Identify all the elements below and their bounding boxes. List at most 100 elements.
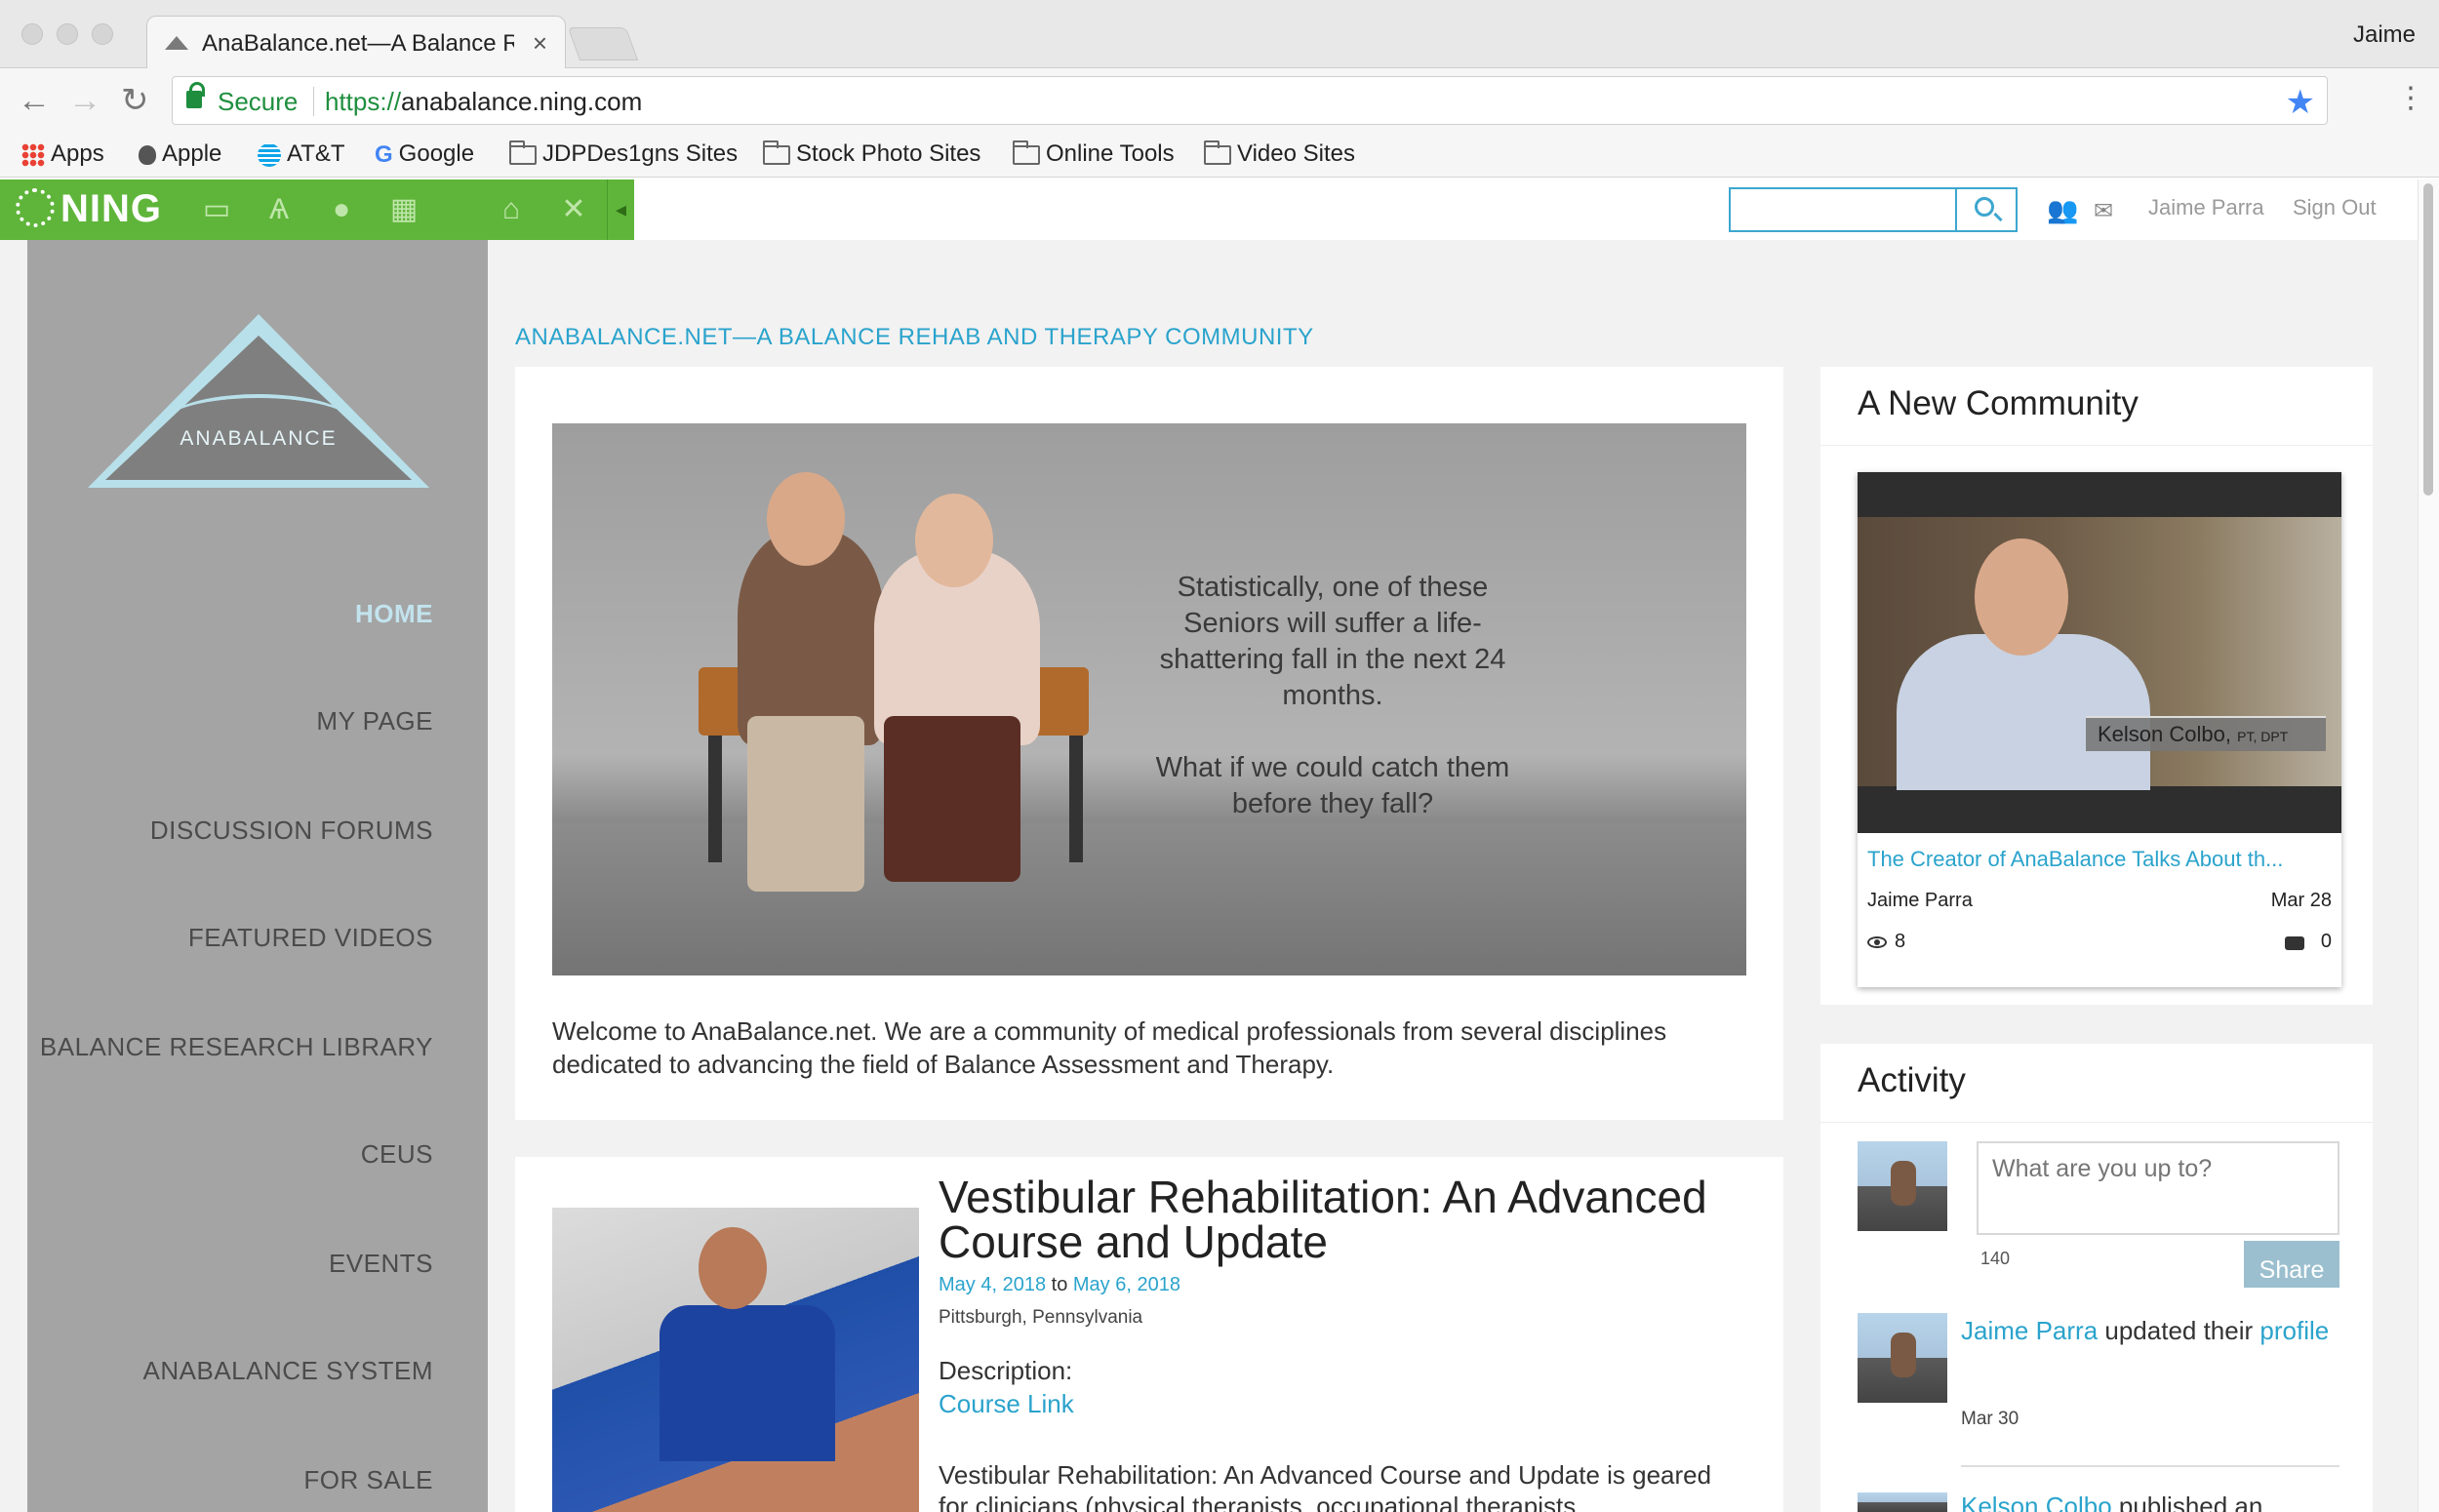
new-tab-button[interactable] (567, 27, 639, 60)
card-divider (1820, 1122, 2373, 1123)
window-minimize-button[interactable] (57, 23, 78, 45)
nav-ceus[interactable]: CEUS (361, 1139, 433, 1170)
tools-icon[interactable]: ✕ (556, 193, 591, 226)
bookmark-folder-stock-photo[interactable]: Stock Photo Sites (763, 139, 980, 168)
address-bar[interactable]: Secure https://anabalance.ning.com ★ (172, 76, 2328, 125)
bookmark-apps[interactable]: Apps (21, 140, 104, 168)
forward-arrow-icon[interactable]: → (68, 84, 101, 117)
event-image[interactable] (552, 1208, 919, 1512)
nav-for-sale[interactable]: FOR SALE (303, 1465, 433, 1495)
event-title-link[interactable]: Vestibular Rehabilitation: An Advanced C… (939, 1174, 1739, 1264)
welcome-text: Welcome to AnaBalance.net. We are a comm… (552, 1016, 1667, 1079)
bookmark-folder-online-tools[interactable]: Online Tools (1013, 139, 1175, 168)
anabalance-logo[interactable]: ANABALANCE (88, 314, 429, 488)
browser-tab-active[interactable]: AnaBalance.net—A Balance Re × (146, 16, 566, 69)
site-title[interactable]: ANABALANCE.NET—A BALANCE REHAB AND THERA… (515, 324, 1314, 351)
event-description-label: Description: (939, 1356, 1073, 1385)
nav-discussion-forums[interactable]: DISCUSSION FORUMS (150, 816, 433, 846)
user-name-link[interactable]: Jaime Parra (2148, 195, 2264, 220)
status-input[interactable] (1977, 1141, 2339, 1235)
card-divider (1820, 445, 2373, 446)
current-user-avatar[interactable] (1858, 1141, 1947, 1231)
folder-icon (763, 139, 790, 165)
nav-balance-research-library[interactable]: BALANCE RESEARCH LIBRARY (40, 1032, 433, 1062)
bookmark-folder-video-sites[interactable]: Video Sites (1204, 139, 1355, 168)
video-comment-count[interactable]: 0 (2321, 931, 2332, 953)
page-scrollbar[interactable] (2418, 179, 2439, 1512)
lock-icon (186, 82, 205, 108)
search-icon (1975, 197, 1994, 217)
senior-man-head (767, 472, 845, 566)
site-search-box (1729, 187, 2018, 232)
video-scene: Kelson Colbo, PT, DPT (1858, 517, 2341, 790)
appearance-icon[interactable]: Ѧ (261, 193, 297, 226)
ning-logo[interactable]: NING (16, 187, 162, 231)
browser-profile-name[interactable]: Jaime (2353, 21, 2416, 49)
bookmark-google[interactable]: G Google (375, 140, 474, 169)
site-favicon-icon (165, 36, 188, 50)
window-zoom-button[interactable] (92, 23, 113, 45)
google-icon: G (375, 140, 393, 168)
senior-woman-skirt (884, 716, 1020, 882)
nav-my-page[interactable]: MY PAGE (316, 706, 433, 736)
bookmarks-bar: Apps Apple AT&T G Google JDPDes1gns Sites… (0, 137, 2439, 178)
hero-quote-line2: What if we could catch them before they … (1155, 752, 1510, 819)
browser-menu-icon[interactable]: ⋮ (2396, 84, 2425, 113)
screen-icon[interactable]: ▭ (199, 193, 234, 226)
search-button[interactable] (1955, 189, 2016, 230)
nav-featured-videos[interactable]: FEATURED VIDEOS (188, 923, 433, 953)
video-presenter-body (1897, 634, 2150, 790)
bookmark-star-icon[interactable]: ★ (2286, 83, 2315, 122)
apps-icon[interactable]: ▦ (386, 193, 421, 226)
activity-user-link[interactable]: Kelson Colbo (1961, 1492, 2112, 1512)
nav-anabalance-system[interactable]: ANABALANCE SYSTEM (143, 1356, 433, 1386)
video-author[interactable]: Jaime Parra (1867, 890, 1973, 912)
video-lower-third: Kelson Colbo, PT, DPT (2086, 716, 2326, 751)
bookmark-apple[interactable]: Apple (139, 140, 221, 168)
back-arrow-icon[interactable]: ← (18, 84, 51, 117)
bench-leg (1069, 736, 1083, 862)
new-community-card: A New Community Kelson Colbo, PT, DPT Th… (1820, 367, 2373, 1005)
video-date: Mar 28 (2270, 890, 2332, 911)
event-description: Vestibular Rehabilitation: An Advanced C… (939, 1460, 1712, 1512)
activity-item: Kelson Colbo published an (1961, 1491, 2351, 1512)
att-icon (258, 142, 281, 167)
activity-avatar[interactable] (1858, 1492, 1947, 1512)
bookmark-folder-jdpdesigns[interactable]: JDPDes1gns Sites (509, 139, 738, 168)
status-char-count: 140 (1980, 1249, 2011, 1268)
nav-home[interactable]: HOME (355, 599, 433, 629)
bookmark-att[interactable]: AT&T (258, 140, 345, 168)
views-eye-icon (1867, 936, 1887, 948)
home-icon[interactable]: ⌂ (494, 193, 529, 226)
site-search-input[interactable] (1731, 189, 1955, 230)
activity-user-link[interactable]: Jaime Parra (1961, 1316, 2098, 1345)
url-text: https://anabalance.ning.com (325, 87, 642, 117)
hero-image-seniors-on-bench: Statistically, one of these Seniors will… (552, 423, 1746, 975)
sign-out-link[interactable]: Sign Out (2293, 195, 2377, 220)
activity-date: Mar 30 (1961, 1409, 2019, 1429)
activity-divider (1961, 1465, 2339, 1467)
event-end-date-link[interactable]: May 6, 2018 (1073, 1274, 1180, 1295)
video-thumbnail[interactable]: Kelson Colbo, PT, DPT (1858, 472, 2341, 833)
activity-title: Activity (1858, 1061, 1966, 1099)
secure-label: Secure (218, 87, 299, 116)
activity-profile-link[interactable]: profile (2259, 1316, 2329, 1345)
tab-close-icon[interactable]: × (533, 28, 547, 59)
friends-icon[interactable]: 👥 (2047, 195, 2078, 225)
video-title-link[interactable]: The Creator of AnaBalance Talks About th… (1867, 847, 2332, 872)
mail-icon[interactable]: ✉ (2094, 197, 2113, 225)
ning-admin-bar: NING ▭ Ѧ ● ▦ ⌂ ✕ ◂ (0, 179, 634, 240)
nav-events[interactable]: EVENTS (329, 1249, 433, 1279)
video-tile[interactable]: Kelson Colbo, PT, DPT The Creator of Ana… (1858, 472, 2341, 987)
activity-avatar[interactable] (1858, 1313, 1947, 1403)
event-card: Vestibular Rehabilitation: An Advanced C… (515, 1157, 1783, 1512)
event-start-date-link[interactable]: May 4, 2018 (939, 1274, 1046, 1295)
collapse-arrow-icon[interactable]: ◂ (607, 179, 634, 240)
share-button[interactable]: Share (2244, 1241, 2339, 1288)
event-location: Pittsburgh, Pennsylvania (939, 1307, 1143, 1328)
window-close-button[interactable] (21, 23, 43, 45)
member-icon[interactable]: ● (324, 193, 359, 226)
reload-icon[interactable]: ↻ (121, 84, 149, 117)
address-separator (313, 87, 314, 116)
course-link[interactable]: Course Link (939, 1389, 1074, 1419)
